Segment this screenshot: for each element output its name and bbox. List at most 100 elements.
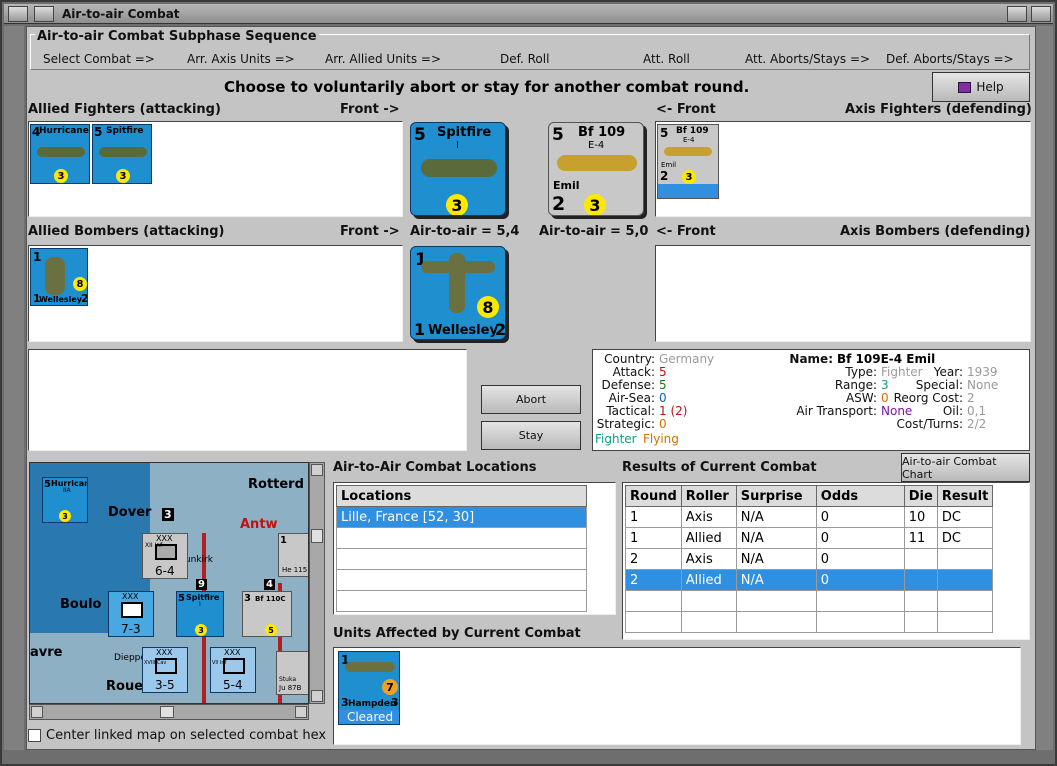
map-air-unit[interactable]: 5 Hurricane IIA 3 xyxy=(42,477,88,523)
location-row[interactable] xyxy=(336,569,587,591)
counter-name: Bf 109 xyxy=(676,126,709,136)
info-oil-key: Oil: xyxy=(942,404,963,418)
counter-defense: 8 xyxy=(73,277,87,291)
scroll-right-arrow[interactable] xyxy=(295,706,307,718)
results-cell: DC xyxy=(936,506,994,528)
map-air-unit[interactable]: 3 Bf 110C 5 xyxy=(242,591,292,637)
results-cell: 11 xyxy=(903,527,938,549)
map-air-unit[interactable]: 1 He 115 xyxy=(278,533,308,577)
results-cell: 0 xyxy=(815,506,905,528)
results-header-cell[interactable]: Roller xyxy=(680,485,737,507)
scroll-down-arrow[interactable] xyxy=(311,690,323,702)
axis-fighter-counter[interactable]: 5 Bf 109 E-4 Emil 2 3 xyxy=(657,124,719,199)
scroll-thumb[interactable] xyxy=(160,706,174,718)
card-left-value: 1 xyxy=(414,320,426,339)
abort-button[interactable]: Abort xyxy=(481,385,581,414)
active-axis-fighter-card[interactable]: 5 Bf 109 E-4 Emil 2 3 xyxy=(548,122,644,216)
info-cost-value: 2/2 xyxy=(967,417,987,431)
results-header-cell[interactable]: Surprise xyxy=(735,485,817,507)
results-header-cell[interactable]: Round xyxy=(625,485,682,507)
info-airsea-value: 0 xyxy=(659,391,667,405)
axis-bombers-panel[interactable] xyxy=(655,245,1031,342)
unit-value: 5 xyxy=(178,593,185,604)
combat-chart-button[interactable]: Air-to-air Combat Chart xyxy=(901,453,1030,482)
close-button[interactable] xyxy=(1031,6,1051,22)
results-header-cell[interactable]: Die xyxy=(903,485,938,507)
results-cell xyxy=(936,611,994,633)
unit-strength: 7-3 xyxy=(121,622,141,636)
unit-size: XXX xyxy=(224,648,241,657)
map-air-unit[interactable]: Stuka Ju 87B xyxy=(276,651,308,695)
scroll-thumb[interactable] xyxy=(311,529,323,543)
map-horizontal-scrollbar[interactable] xyxy=(29,704,309,720)
results-cell xyxy=(903,590,938,612)
locations-panel: Locations Lille, France [52, 30] xyxy=(333,482,616,615)
scroll-up-arrow[interactable] xyxy=(311,464,323,476)
location-row[interactable] xyxy=(336,548,587,570)
title-bar[interactable]: Air-to-air Combat xyxy=(4,4,1053,24)
map-ground-unit[interactable]: XXX XVIII Cav 3-5 xyxy=(142,647,188,693)
counter-attack: 5 xyxy=(660,126,669,140)
allied-fighter-counter[interactable]: 5 Spitfire 3 xyxy=(92,124,152,184)
results-row[interactable]: 2 Axis N/A 0 xyxy=(625,548,994,570)
results-row[interactable]: 1 Allied N/A 0 11 DC xyxy=(625,527,994,549)
results-cell xyxy=(625,590,682,612)
message-panel xyxy=(28,349,467,451)
info-range-value: 3 xyxy=(881,378,889,392)
map-vertical-scrollbar[interactable] xyxy=(309,462,325,704)
results-panel: Round Roller Surprise Odds Die Result 1 Axis N/… xyxy=(622,482,1030,640)
sequence-step: Att. Aborts/Stays => xyxy=(745,52,871,66)
results-row[interactable]: 1 Axis N/A 0 10 DC xyxy=(625,506,994,528)
minimize-button[interactable] xyxy=(1007,6,1027,22)
results-cell: 0 xyxy=(815,548,905,570)
card-defense: 8 xyxy=(477,296,499,318)
info-strategic-key: Strategic: xyxy=(596,417,655,431)
aircraft-body-icon xyxy=(449,253,465,313)
card-name: Wellesley xyxy=(428,323,498,338)
allied-fighter-counter[interactable]: 4 Hurricane 3 xyxy=(30,124,90,184)
location-row[interactable] xyxy=(336,527,587,549)
results-cell xyxy=(903,569,938,591)
map-ground-unit[interactable]: XXX 7-3 xyxy=(108,591,154,637)
results-row[interactable] xyxy=(625,611,994,633)
aircraft-icon xyxy=(421,159,497,177)
info-tag-fighter: Fighter xyxy=(595,432,637,446)
right-frame xyxy=(1033,26,1053,750)
affected-unit-counter[interactable]: 1 7 3 Hampden 3 Cleared xyxy=(338,651,400,725)
counter-subtype: E-4 xyxy=(683,136,695,144)
aircraft-icon xyxy=(557,155,637,171)
center-map-checkbox[interactable] xyxy=(28,729,41,742)
info-defense-key: Defense: xyxy=(601,378,655,392)
results-header-cell[interactable]: Result xyxy=(936,485,994,507)
help-button[interactable]: Help xyxy=(932,72,1030,102)
location-row[interactable] xyxy=(336,590,587,612)
stay-button[interactable]: Stay xyxy=(481,421,581,450)
results-row[interactable] xyxy=(625,590,994,612)
active-allied-fighter-card[interactable]: 5 Spitfire I 3 xyxy=(410,122,506,216)
sequence-step: Att. Roll xyxy=(643,52,690,66)
center-map-checkbox-label: Center linked map on selected combat hex xyxy=(46,728,327,743)
info-reorg-value: 2 xyxy=(967,391,975,405)
linked-map[interactable]: Dover Rotterd Antw Boulo Dunkirk Dieppe … xyxy=(29,462,309,704)
window-menu-button-2[interactable] xyxy=(34,6,54,22)
window-menu-button[interactable] xyxy=(8,6,28,22)
locations-header: Locations xyxy=(336,485,587,507)
sequence-title: Air-to-air Combat Subphase Sequence xyxy=(35,29,319,44)
active-allied-bomber-card[interactable]: 1 8 1 Wellesley 2 xyxy=(410,246,506,340)
map-ground-unit[interactable]: XXX VII Inf 5-4 xyxy=(210,647,256,693)
results-title: Results of Current Combat xyxy=(622,460,817,475)
card-subtype: E-4 xyxy=(588,140,605,151)
unit-strength: 3-5 xyxy=(155,678,175,692)
results-header-cell[interactable]: Odds xyxy=(815,485,905,507)
map-label-rouen: Roue xyxy=(106,679,144,694)
results-row[interactable]: 2 Allied N/A 0 xyxy=(625,569,994,591)
scroll-left-arrow[interactable] xyxy=(31,706,43,718)
location-row[interactable]: Lille, France [52, 30] xyxy=(336,506,587,528)
allied-bomber-counter[interactable]: 1 8 1 Wellesley 2 xyxy=(30,248,88,306)
front-right-label-2: Front -> xyxy=(340,224,400,239)
map-air-unit[interactable]: 5 Spitfire I 3 xyxy=(176,591,224,637)
unit-value: 1 xyxy=(280,535,287,546)
info-airtransport-value: None xyxy=(881,404,913,418)
counter-right-value: 3 xyxy=(391,696,399,709)
map-ground-unit[interactable]: XXX XII Inf 6-4 xyxy=(142,533,188,579)
